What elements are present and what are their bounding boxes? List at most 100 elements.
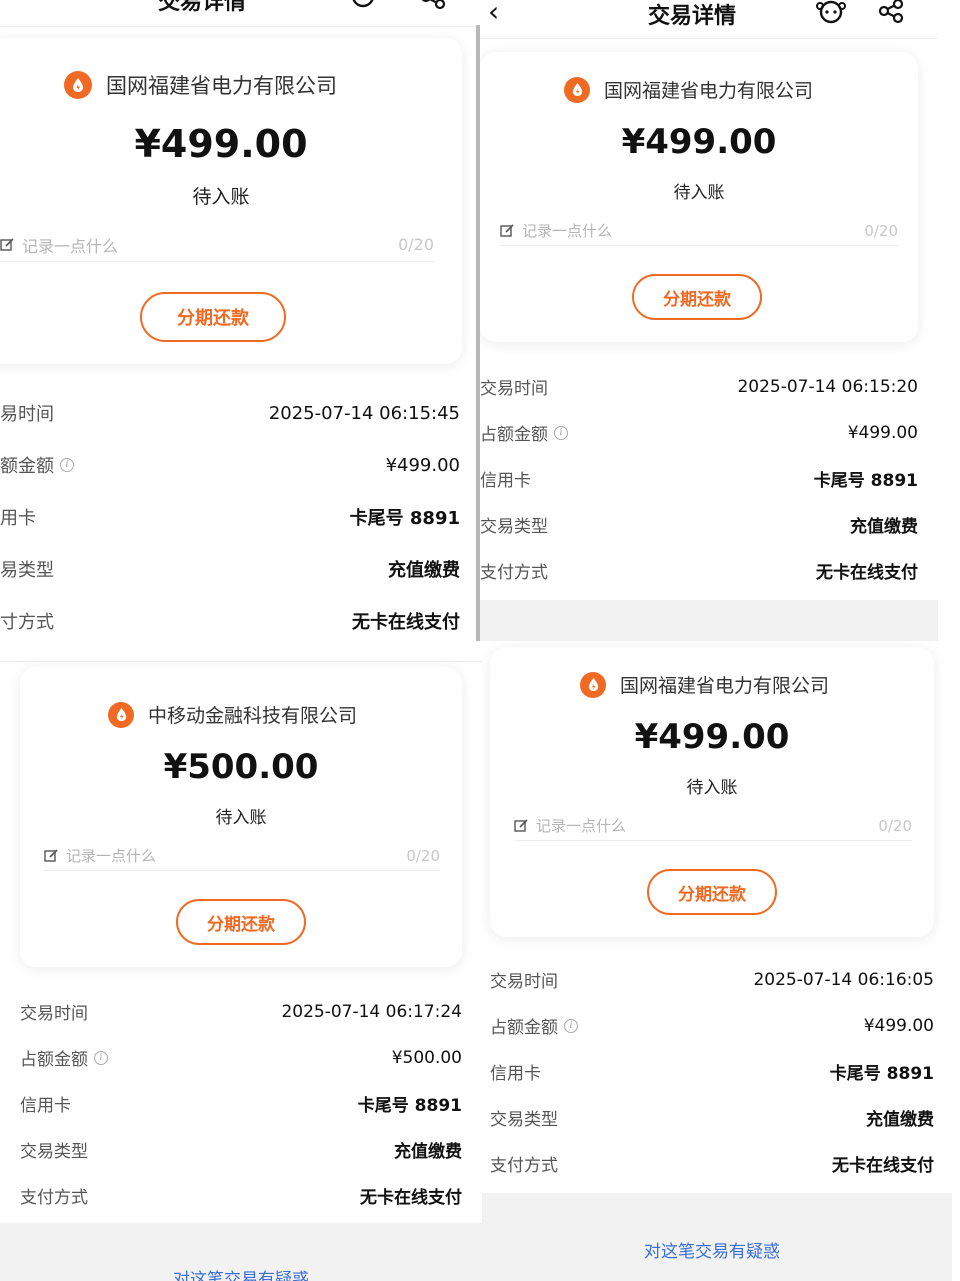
top-bar: 交易详情 xyxy=(0,0,478,18)
status-text: 待入账 xyxy=(673,183,725,203)
installment-button[interactable]: 分期还款 xyxy=(647,869,777,915)
detail-row-type: 易类型 充值缴费 xyxy=(0,556,460,582)
label-time: 易时间 xyxy=(0,404,54,425)
memo-placeholder: 记录一点什么 xyxy=(22,236,119,256)
amount: ¥500.00 xyxy=(163,747,319,787)
label-type: 易类型 xyxy=(0,560,54,581)
share-icon[interactable] xyxy=(876,0,906,26)
label-time: 交易时间 xyxy=(20,1004,88,1024)
detail-row-method: 支付方式 无卡在线支付 xyxy=(480,558,918,583)
status-text: 待入账 xyxy=(215,808,267,828)
info-icon[interactable]: i xyxy=(60,458,74,472)
label-card: 信用卡 xyxy=(20,1096,71,1116)
label-amount: 占额金额 xyxy=(490,1018,558,1038)
info-icon[interactable]: i xyxy=(554,425,568,440)
detail-row-method: 寸方式 无卡在线支付 xyxy=(0,608,460,634)
share-icon[interactable] xyxy=(418,0,448,12)
value-card: 卡尾号 8891 xyxy=(357,1096,462,1116)
dispute-link[interactable]: 对这笔交易有疑惑 xyxy=(0,1265,482,1281)
header-divider xyxy=(0,26,478,27)
amount: ¥499.00 xyxy=(621,122,777,162)
status-text: 待入账 xyxy=(686,778,738,798)
label-amount: 占额金额 xyxy=(480,425,548,445)
transaction-card: 国网福建省电力有限公司 ¥499.00 待入账 记录一点什么 0/20 分期还款 xyxy=(480,52,918,342)
detail-row-amount: 占额金额 i ¥500.00 xyxy=(20,1045,462,1071)
label-time: 交易时间 xyxy=(490,972,558,992)
merchant-name: 中移动金融科技有限公司 xyxy=(148,705,358,727)
detail-row-card: 信用卡 卡尾号 8891 xyxy=(490,1059,934,1084)
detail-row-method: 支付方式 无卡在线支付 xyxy=(20,1183,462,1208)
transaction-card: 国网福建省电力有限公司 ¥499.00 待入账 记录一点什么 0/20 分期还款 xyxy=(490,647,934,937)
merchant-logo-icon xyxy=(64,71,92,99)
label-card: 用卡 xyxy=(0,508,36,529)
customer-service-icon[interactable] xyxy=(348,0,378,12)
status-text: 待入账 xyxy=(192,186,250,208)
value-card: 卡尾号 8891 xyxy=(813,471,918,491)
value-amount: ¥500.00 xyxy=(391,1047,462,1068)
label-card: 信用卡 xyxy=(480,471,531,491)
value-method: 无卡在线支付 xyxy=(352,612,460,633)
value-time: 2025-07-14 06:17:24 xyxy=(281,1001,462,1022)
detail-row-amount: 占额金额 i ¥499.00 xyxy=(490,1013,934,1039)
detail-row-type: 交易类型 充值缴费 xyxy=(480,512,918,537)
top-bar: ‹ 交易详情 xyxy=(480,0,938,29)
memo-input[interactable]: 记录一点什么 0/20 xyxy=(44,841,440,871)
label-method: 支付方式 xyxy=(20,1188,88,1208)
dispute-link[interactable]: 对这笔交易有疑惑 xyxy=(482,1237,942,1262)
installment-button[interactable]: 分期还款 xyxy=(176,899,306,945)
edit-icon xyxy=(44,848,58,862)
label-method: 寸方式 xyxy=(0,612,54,633)
detail-row-type: 交易类型 充值缴费 xyxy=(490,1105,934,1130)
detail-row-time: 交易时间 2025-07-14 06:15:20 xyxy=(480,374,918,400)
detail-row-time: 易时间 2025-07-14 06:15:45 xyxy=(0,400,460,426)
transaction-card: 国网福建省电力有限公司 ¥499.00 待入账 记录一点什么 0/20 分期还款 xyxy=(0,38,462,364)
customer-service-icon[interactable] xyxy=(814,0,848,26)
screenshot-panel-4: 国网福建省电力有限公司 ¥499.00 待入账 记录一点什么 0/20 分期还款… xyxy=(482,641,960,1281)
back-arrow-icon[interactable]: ‹ xyxy=(488,0,499,26)
edit-icon xyxy=(514,818,528,832)
memo-input[interactable]: 记录一点什么 0/20 xyxy=(500,216,898,246)
value-time: 2025-07-14 06:15:20 xyxy=(737,376,918,397)
panel-2-footer-bg xyxy=(480,600,938,641)
merchant: 国网福建省电力有限公司 xyxy=(580,671,829,698)
value-time: 2025-07-14 06:16:05 xyxy=(753,969,934,990)
detail-row-type: 交易类型 充值缴费 xyxy=(20,1137,462,1162)
header-divider xyxy=(0,661,482,662)
memo-placeholder: 记录一点什么 xyxy=(66,847,157,865)
memo-counter: 0/20 xyxy=(864,221,898,240)
transaction-card: 中移动金融科技有限公司 ¥500.00 待入账 记录一点什么 0/20 分期还款 xyxy=(20,667,462,967)
memo-counter: 0/20 xyxy=(878,816,912,835)
memo-input[interactable]: 记录一点什么 0/20 xyxy=(514,811,912,841)
memo-input[interactable]: 记录一点什么 0/20 xyxy=(0,228,434,262)
label-amount: 额金额 xyxy=(0,456,54,477)
edit-icon xyxy=(0,237,14,251)
detail-row-card: 用卡 卡尾号 8891 xyxy=(0,504,460,530)
memo-placeholder: 记录一点什么 xyxy=(536,817,627,835)
page-title: 交易详情 xyxy=(158,0,247,15)
value-type: 充值缴费 xyxy=(850,517,918,537)
label-type: 交易类型 xyxy=(20,1142,88,1162)
screenshot-panel-2: ‹ 交易详情 国网福建省电力有限公司 ¥499.00 待入账 记录一点什么 0/… xyxy=(480,0,938,641)
detail-row-time: 交易时间 2025-07-14 06:16:05 xyxy=(490,967,934,993)
detail-row-amount: 占额金额 i ¥499.00 xyxy=(480,420,918,446)
amount: ¥499.00 xyxy=(634,717,790,757)
value-method: 无卡在线支付 xyxy=(360,1188,462,1208)
value-card: 卡尾号 8891 xyxy=(349,508,460,529)
merchant: 国网福建省电力有限公司 xyxy=(64,70,337,100)
installment-button[interactable]: 分期还款 xyxy=(632,274,762,320)
memo-placeholder: 记录一点什么 xyxy=(522,222,613,240)
value-amount: ¥499.00 xyxy=(863,1015,934,1036)
merchant-name: 国网福建省电力有限公司 xyxy=(106,74,337,98)
installment-button[interactable]: 分期还款 xyxy=(140,292,286,342)
info-icon[interactable]: i xyxy=(94,1050,108,1065)
info-icon[interactable]: i xyxy=(564,1018,578,1033)
edit-icon xyxy=(500,223,514,237)
label-type: 交易类型 xyxy=(480,517,548,537)
value-amount: ¥499.00 xyxy=(385,454,460,476)
value-type: 充值缴费 xyxy=(394,1142,462,1162)
value-card: 卡尾号 8891 xyxy=(829,1064,934,1084)
memo-counter: 0/20 xyxy=(398,235,434,254)
detail-row-method: 支付方式 无卡在线支付 xyxy=(490,1151,934,1176)
merchant-name: 国网福建省电力有限公司 xyxy=(604,80,814,102)
merchant-name: 国网福建省电力有限公司 xyxy=(620,675,830,697)
